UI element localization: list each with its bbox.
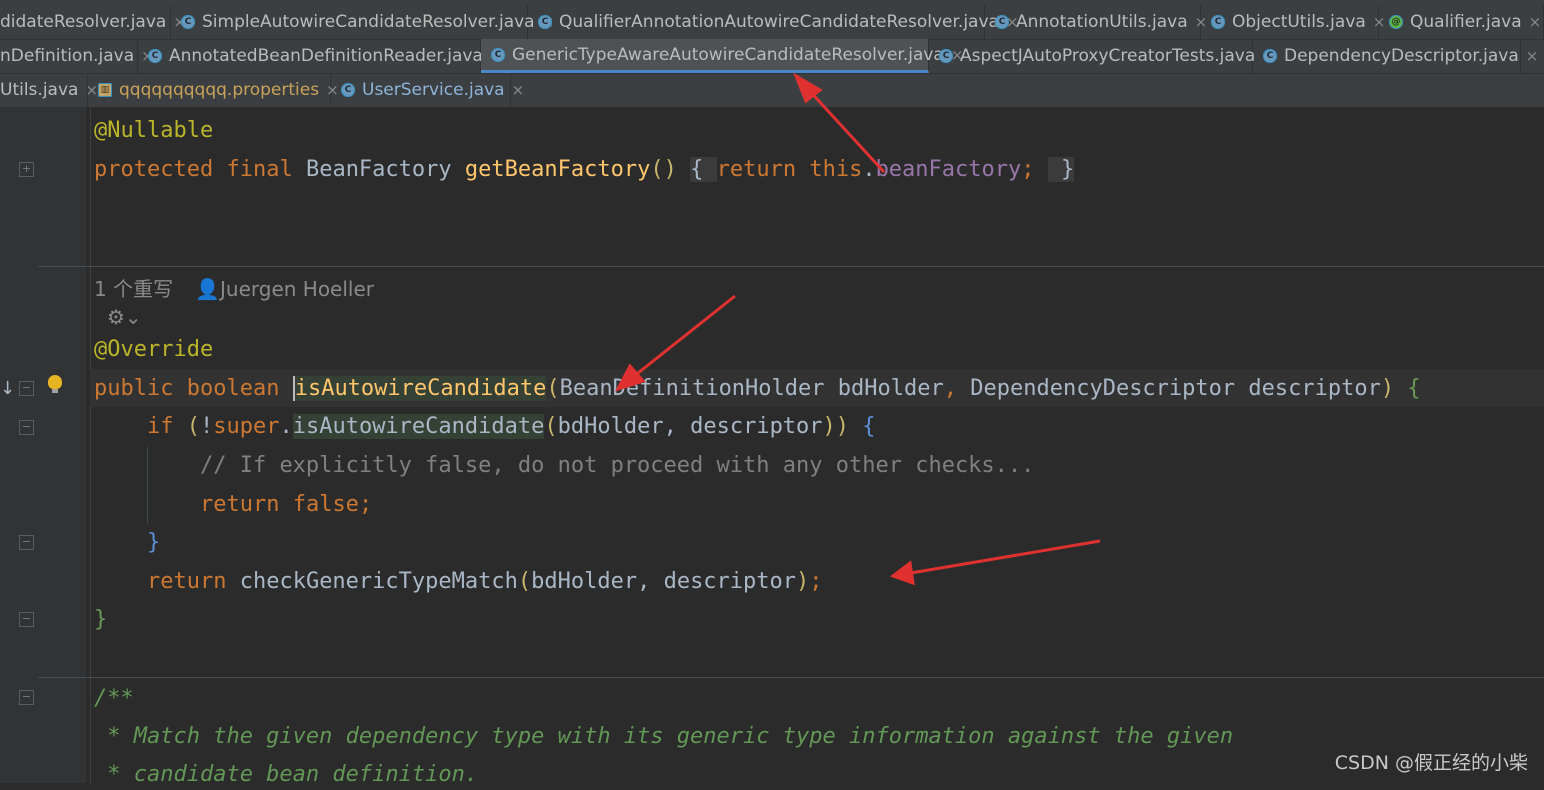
arrow-head-icon [889,560,915,586]
arrow-to-active-tab [804,85,886,174]
arrow-to-generic-check [904,539,1101,576]
csdn-watermark: CSDN @假正经的小柴 [1334,752,1528,774]
annotation-arrows [614,72,1101,586]
arrow-to-method-name [627,294,736,383]
arrow-head-icon [614,363,646,392]
